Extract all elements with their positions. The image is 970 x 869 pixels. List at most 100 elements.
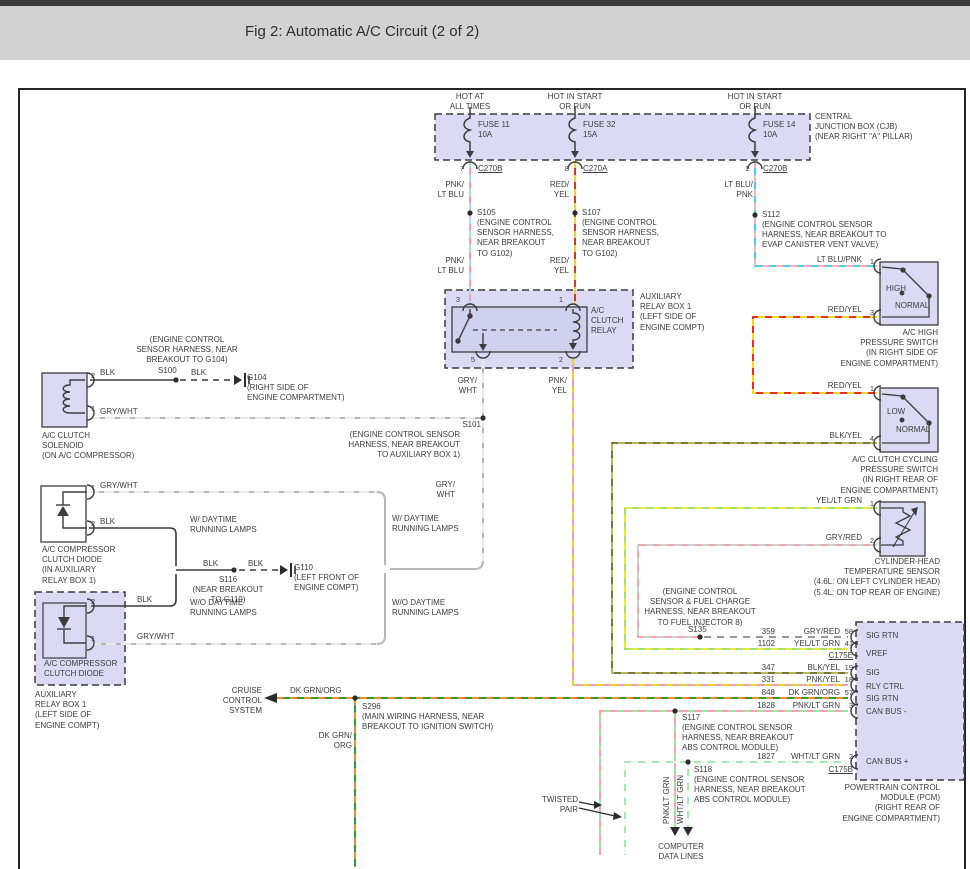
aux-relay-box1-label-2: AUXILIARY RELAY BOX 1 (LEFT SIDE OF ENGI… (35, 690, 99, 731)
splice-s296-id: S296 (362, 702, 381, 712)
harness-note-g104: (ENGINE CONTROL SENSOR HARNESS, NEAR BRE… (136, 335, 237, 366)
fuse-14-label: FUSE 14 10A (763, 120, 795, 140)
splice-s117-note: (ENGINE CONTROL SENSOR HARNESS, NEAR BRE… (682, 723, 794, 754)
cjb-pin-8: 8 (555, 164, 569, 174)
splice-s112-id: S112 (762, 210, 780, 220)
diode2-pin-2: 2 (91, 597, 95, 607)
pcm-row4-color: PNK/YEL (768, 675, 840, 685)
pcm-row3-pin: 19 (838, 663, 853, 673)
cjb-pin-1: 1 (735, 164, 749, 174)
pcm-row1-label: SIG RTN (866, 631, 898, 641)
pcm-row1-pin: 58 (838, 627, 853, 637)
splice-s296-note: (MAIN WIRING HARNESS, NEAR BREAKOUT TO I… (362, 712, 493, 732)
wire-label-red-yel-1: RED/ YEL (529, 180, 569, 200)
splice-s105-note: (ENGINE CONTROL SENSOR HARNESS, NEAR BRE… (477, 218, 554, 259)
wire-label-blk-d2: BLK (137, 595, 152, 605)
wire-label-blk-d1: BLK (100, 517, 115, 527)
splice-s107-id: S107 (582, 208, 601, 218)
aux-relay-box1-label: AUXILIARY RELAY BOX 1 (LEFT SIDE OF ENGI… (640, 292, 704, 333)
splice-s107-note: (ENGINE CONTROL SENSOR HARNESS, NEAR BRE… (582, 218, 659, 259)
relay-pin-2: 2 (549, 355, 563, 365)
connector-link-c175e[interactable]: C175E (800, 651, 853, 661)
hp-switch-pin-3: 3 (862, 308, 874, 318)
diode1-name: A/C COMPRESSOR CLUTCH DIODE (IN AUXILIAR… (42, 545, 115, 586)
cjb-name: CENTRAL JUNCTION BOX (CJB) (NEAR RIGHT "… (815, 112, 913, 143)
splice-s101-id: S101 (441, 420, 481, 430)
hp-switch-pin-1: 1 (862, 257, 874, 267)
hp-switch-name: A/C HIGH PRESSURE SWITCH (IN RIGHT SIDE … (790, 328, 938, 369)
cht-sensor-pin-1: 1 (862, 499, 874, 509)
feed-label-2: HOT IN START OR RUN (548, 92, 603, 112)
connector-link-c270b-1[interactable]: C270B (478, 164, 502, 174)
ground-label-g110: G110 (LEFT FRONT OF ENGINE COMPT) (294, 563, 359, 594)
pcm-row6-color: PNK/LT GRN (768, 701, 840, 711)
pcm-name: POWERTRAIN CONTROL MODULE (PCM) (RIGHT R… (700, 783, 940, 824)
pcm-row5-color: DK GRN/ORG (768, 688, 840, 698)
splice-s105-id: S105 (477, 208, 496, 218)
connector-link-c270b-2[interactable]: C270B (763, 164, 787, 174)
wire-label-wht-ltgrn-vertical: WHT/LT GRN (676, 766, 686, 824)
wire-label-gry-wht-2: GRY/ WHT (415, 480, 455, 500)
relay-pin-5: 5 (461, 355, 475, 365)
diode2-name: A/C COMPRESSOR CLUTCH DIODE (44, 659, 117, 679)
wire-label-red-yel-h1: RED/YEL (800, 305, 862, 315)
diode1-pin-1: 1 (91, 483, 95, 493)
cjb-pin-7: 7 (450, 164, 464, 174)
cht-sensor-pin-2: 2 (862, 536, 874, 546)
cruise-control-label: CRUISE CONTROL SYSTEM (212, 686, 262, 717)
wire-label-ltblu-pnk-h: LT BLU/PNK (800, 255, 862, 265)
solenoid-pin-1: 1 (91, 404, 95, 414)
relay-pin-1: 1 (549, 295, 563, 305)
relay-pin-3: 3 (446, 295, 460, 305)
wire-label-red-yel-2: RED/ YEL (529, 256, 569, 276)
wire-label-ltblu-pnk-1: LT BLU/ PNK (709, 180, 753, 200)
cc-switch-name: A/C CLUTCH CYCLING PRESSURE SWITCH (IN R… (790, 455, 938, 496)
wire-label-gry-wht-d2: GRY/WHT (137, 632, 175, 642)
cc-switch-pos-low: LOW (887, 407, 905, 417)
splice-s116-note: (NEAR BREAKOUT TO G110) (192, 585, 263, 605)
feed-label-3: HOT IN START OR RUN (728, 92, 783, 112)
pcm-row2-label: VREF (866, 649, 887, 659)
diode2-pin-1: 1 (91, 634, 95, 644)
wire-label-dkgrn-org: DK GRN/ORG (290, 686, 342, 696)
wire-label-gry-red: GRY/RED (800, 533, 862, 543)
hp-switch-pos-normal: NORMAL (895, 301, 929, 311)
feed-label-1: HOT AT ALL TIMES (450, 92, 490, 112)
wire-label-blk-m1: BLK (203, 559, 218, 569)
solenoid-pin-2: 2 (91, 371, 95, 381)
wire-label-blk-sol-2: BLK (191, 368, 206, 378)
cht-sensor-name: CYLINDER-HEAD TEMPERATURE SENSOR (4.6L: … (770, 557, 940, 598)
wire-label-gry-wht-sol: GRY/WHT (100, 407, 138, 417)
fuse-32-label: FUSE 32 15A (583, 120, 615, 140)
cruise-arrow-icon (264, 693, 277, 703)
splice-s117-id: S117 (682, 713, 700, 723)
diode1-pin-2: 2 (91, 519, 95, 529)
pcm-row4-pin: 18 (838, 675, 853, 685)
splice-s135-note: (ENGINE CONTROL SENSOR & FUEL CHARGE HAR… (644, 587, 756, 628)
fuse-11-label: FUSE 11 10A (478, 120, 510, 140)
wire-label-red-yel-h2: RED/YEL (800, 381, 862, 391)
wire-label-blk-yel: BLK/YEL (800, 431, 862, 441)
pcm-row3-color: BLK/YEL (768, 663, 840, 673)
pcm-row4-label: RLY CTRL (866, 682, 904, 692)
cc-switch-pos-normal: NORMAL (896, 425, 930, 435)
ground-label-g104: G104 (RIGHT SIDE OF ENGINE COMPARTMENT) (247, 373, 344, 404)
connector-link-c175b[interactable]: C175B (800, 765, 853, 775)
wire-label-blk-sol: BLK (100, 368, 115, 378)
pcm-row5-label: SIG RTN (866, 694, 898, 704)
connector-link-c270a[interactable]: C270A (583, 164, 607, 174)
wire-label-gry-wht-relay: GRY/ WHT (437, 376, 477, 396)
computer-data-arrows-icon (670, 827, 693, 836)
pcm-row1-color: GRY/RED (768, 627, 840, 637)
wire-label-pnk-yel: PNK/ YEL (527, 376, 567, 396)
pcm-row6-pin: 3 (838, 701, 853, 711)
branch-without-drl-right: W/O DAYTIME RUNNING LAMPS (392, 598, 459, 618)
pcm-row2-color: YEL/LT GRN (768, 639, 840, 649)
cc-switch-pin-1: 1 (862, 384, 874, 394)
branch-with-drl-left: W/ DAYTIME RUNNING LAMPS (190, 515, 257, 535)
splice-s112-note: (ENGINE CONTROL SENSOR HARNESS, NEAR BRE… (762, 220, 886, 251)
pcm-row7-pin: 2 (838, 752, 853, 762)
relay-name: A/C CLUTCH RELAY (591, 306, 623, 337)
splice-s100-id: S100 (158, 366, 177, 376)
solenoid-name: A/C CLUTCH SOLENOID (ON A/C COMPRESSOR) (42, 431, 134, 462)
